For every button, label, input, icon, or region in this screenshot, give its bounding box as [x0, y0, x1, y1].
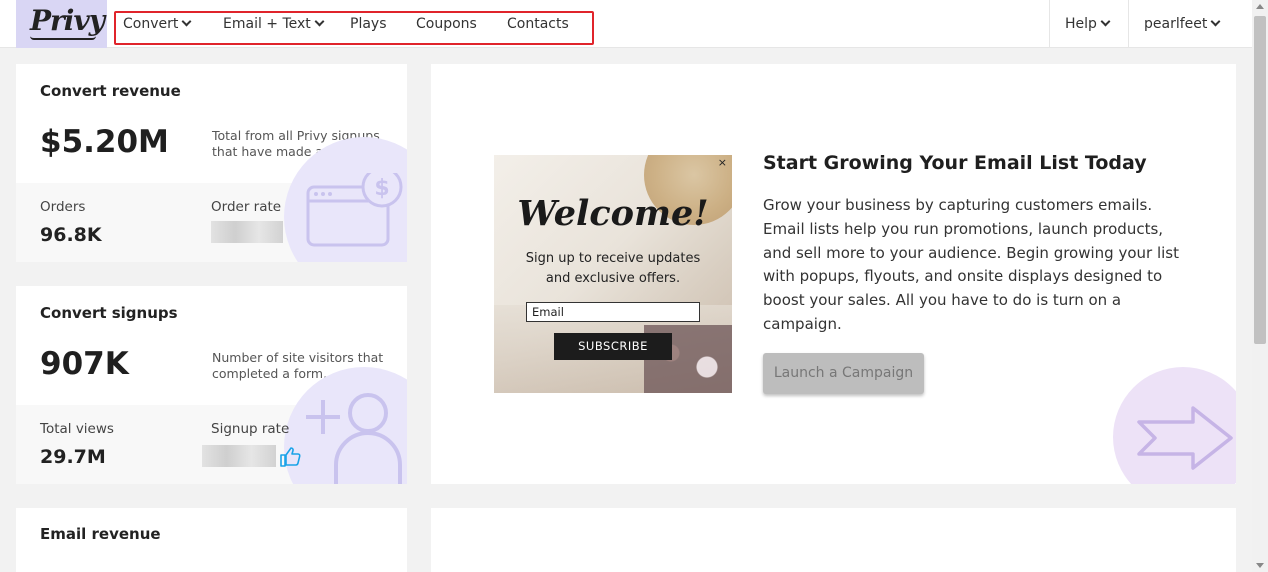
total-views-label: Total views — [40, 421, 114, 437]
logo-underline — [30, 36, 96, 40]
promo-title: Start Growing Your Email List Today — [763, 152, 1147, 174]
logo-text: Privy — [30, 4, 105, 37]
order-rate-label: Order rate — [211, 199, 282, 215]
help-label: Help — [1065, 16, 1097, 32]
nav-item-contacts[interactable]: Contacts — [507, 16, 569, 32]
nav-divider — [1049, 0, 1050, 48]
card-title: Convert revenue — [40, 82, 181, 100]
nav-item-coupons[interactable]: Coupons — [416, 16, 477, 32]
thumbs-up-icon — [280, 447, 301, 467]
revenue-value: $5.20M — [40, 124, 169, 160]
email-revenue-card: Email revenue — [16, 508, 407, 572]
launch-campaign-button[interactable]: Launch a Campaign — [763, 353, 924, 394]
card-stats-row: Total views 29.7M Signup rate — [16, 367, 407, 484]
popup-preview-image: × Welcome! Sign up to receive updates an… — [494, 155, 732, 393]
signup-rate-label: Signup rate — [211, 421, 290, 437]
orders-label: Orders — [40, 199, 86, 215]
nav-item-email-text[interactable]: Email + Text — [223, 16, 325, 32]
redacted-signup-rate — [202, 445, 276, 467]
chevron-down-icon — [181, 16, 192, 27]
chevron-down-icon — [314, 16, 325, 27]
signups-value: 907K — [40, 346, 129, 382]
nav-item-label: Coupons — [416, 16, 477, 32]
browser-dollar-icon: $ — [306, 173, 403, 247]
scrollbar-thumb[interactable] — [1254, 16, 1266, 344]
chevron-down-icon — [1210, 16, 1221, 27]
account-menu[interactable]: pearlfeet — [1144, 16, 1221, 32]
svg-text:$: $ — [374, 176, 389, 201]
chevron-down-icon — [1100, 16, 1111, 27]
popup-subtext: Sign up to receive updates and exclusive… — [525, 251, 701, 286]
nav-item-label: Plays — [350, 16, 387, 32]
top-navigation-bar: Privy Convert Email + Text Plays Coupons… — [0, 0, 1252, 48]
card-title: Email revenue — [40, 525, 161, 543]
scroll-up-arrow-icon[interactable] — [1256, 4, 1264, 9]
account-label: pearlfeet — [1144, 16, 1208, 32]
secondary-panel — [431, 508, 1236, 572]
nav-item-plays[interactable]: Plays — [350, 16, 387, 32]
close-icon: × — [717, 156, 727, 169]
convert-revenue-card: Convert revenue $5.20M Total from all Pr… — [16, 64, 407, 262]
promo-body: Grow your business by capturing customer… — [763, 196, 1179, 333]
vertical-scrollbar[interactable] — [1252, 0, 1268, 572]
add-user-icon — [306, 393, 402, 484]
privy-logo[interactable]: Privy — [16, 0, 107, 48]
orders-value: 96.8K — [40, 224, 102, 246]
popup-subscribe-button: SUBSCRIBE — [554, 333, 672, 360]
card-stats-row: $ Orders 96.8K Order rate — [16, 137, 407, 262]
convert-signups-card: Convert signups 907K Number of site visi… — [16, 286, 407, 484]
email-list-promo-panel: × Welcome! Sign up to receive updates an… — [431, 64, 1236, 484]
nav-item-label: Contacts — [507, 16, 569, 32]
popup-email-field: Email — [526, 302, 700, 322]
nav-item-label: Convert — [123, 16, 179, 32]
nav-item-convert[interactable]: Convert — [123, 16, 192, 32]
help-menu[interactable]: Help — [1065, 16, 1111, 32]
total-views-value: 29.7M — [40, 446, 106, 468]
arrow-right-icon — [1137, 406, 1233, 470]
redacted-order-rate — [211, 221, 283, 243]
card-title: Convert signups — [40, 304, 178, 322]
popup-heading: Welcome! — [517, 193, 709, 234]
nav-divider — [1128, 0, 1129, 48]
nav-item-label: Email + Text — [223, 16, 311, 32]
scroll-down-arrow-icon[interactable] — [1256, 563, 1264, 568]
